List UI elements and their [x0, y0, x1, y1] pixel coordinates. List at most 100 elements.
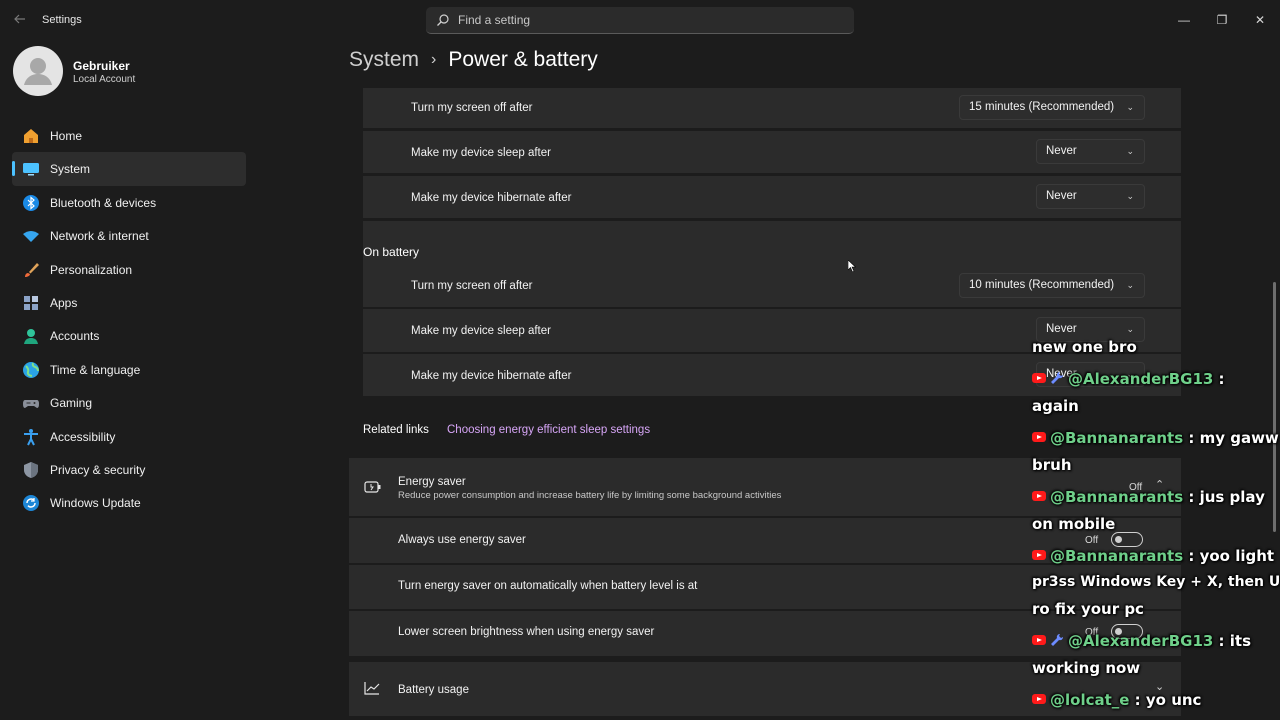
scrollbar[interactable]: [1273, 282, 1276, 532]
back-arrow-icon[interactable]: [12, 12, 28, 28]
update-icon: [23, 495, 39, 512]
sidebar-item-label: Network & internet: [50, 229, 149, 244]
chat-text: : its: [1213, 632, 1252, 650]
wrench-icon: [1051, 633, 1064, 646]
sidebar-item-personalization[interactable]: Personalization: [12, 253, 246, 286]
setting-label: Make my device sleep after: [411, 325, 551, 337]
setting-label: Make my device hibernate after: [411, 192, 572, 204]
chat-text: : yoo light: [1183, 547, 1275, 565]
always-energy-saver-toggle[interactable]: [1111, 532, 1143, 547]
energy-saver-title: Energy saver: [398, 476, 466, 488]
dropdown-value: Never: [1046, 323, 1077, 335]
maximize-button[interactable]: ❐: [1210, 8, 1234, 32]
screen-off-plugged-dropdown[interactable]: 15 minutes (Recommended) ⌄: [959, 95, 1145, 120]
sidebar-item-home[interactable]: Home: [12, 119, 246, 152]
sidebar-item-gaming[interactable]: Gaming: [12, 386, 246, 419]
gamepad-icon: [23, 400, 39, 409]
breadcrumb-separator: ›: [431, 51, 437, 68]
sleep-plugged-row: Make my device sleep after Never ⌄: [363, 131, 1181, 173]
system-icon: [23, 163, 39, 176]
breadcrumb: System › Power & battery: [349, 48, 598, 78]
sidebar-item-label: Privacy & security: [50, 462, 146, 477]
setting-label: Turn my screen off after: [411, 102, 533, 114]
sidebar-item-windows-update[interactable]: Windows Update: [12, 486, 246, 519]
screen-off-battery-row: Turn my screen off after 10 minutes (Rec…: [363, 265, 1181, 307]
setting-label: Turn my screen off after: [411, 280, 533, 292]
sidebar-item-accounts[interactable]: Accounts: [12, 319, 246, 352]
title-bar: Settings — ❐ ✕: [0, 0, 1280, 40]
sidebar-item-accessibility[interactable]: Accessibility: [12, 420, 246, 453]
chat-text: new one bro: [1032, 338, 1137, 356]
chat-username: @AlexanderBG13: [1068, 632, 1214, 650]
energy-saver-description: Reduce power consumption and increase ba…: [398, 490, 782, 501]
chat-text: pr3ss Windows Key + X, then U: [1032, 574, 1280, 590]
chevron-down-icon: ⌄: [1126, 102, 1134, 112]
sidebar-item-time-language[interactable]: Time & language: [12, 353, 246, 386]
setting-label: Turn energy saver on automatically when …: [398, 580, 698, 592]
sidebar-item-label: Home: [50, 129, 83, 143]
apps-icon: [24, 295, 38, 310]
chart-line-icon: [364, 682, 380, 695]
search-box[interactable]: [426, 7, 854, 34]
sidebar-item-network[interactable]: Network & internet: [12, 219, 246, 252]
sidebar-item-system[interactable]: System: [12, 152, 246, 186]
sleep-plugged-dropdown[interactable]: Never ⌄: [1036, 139, 1145, 164]
chat-username: @lolcat_e: [1050, 691, 1130, 709]
chat-text: again: [1032, 397, 1079, 415]
breadcrumb-system[interactable]: System: [349, 48, 419, 71]
chat-text: : my gaww: [1183, 429, 1279, 447]
chat-username: @AlexanderBG13: [1068, 370, 1214, 388]
chat-message: @Bannanarants : my gaww: [1032, 429, 1279, 447]
youtube-icon: [1032, 550, 1046, 560]
sidebar-item-label: Apps: [50, 295, 78, 310]
setting-label: Lower screen brightness when using energ…: [398, 626, 655, 638]
energy-saver-icon: [364, 481, 381, 493]
hibernate-plugged-dropdown[interactable]: Never ⌄: [1036, 184, 1145, 209]
accessibility-icon: [24, 428, 38, 445]
sidebar-nav: Home System Bluetooth & devices Network …: [12, 119, 246, 520]
account-type: Local Account: [73, 74, 136, 85]
sidebar-item-privacy-security[interactable]: Privacy & security: [12, 453, 246, 486]
globe-icon: [23, 361, 39, 378]
search-input[interactable]: [458, 11, 838, 29]
minimize-button[interactable]: —: [1172, 8, 1196, 32]
close-button[interactable]: ✕: [1248, 8, 1272, 32]
user-name: Gebruiker: [73, 59, 130, 73]
app-title: Settings: [42, 14, 82, 26]
chat-message: @lolcat_e : yo unc: [1032, 691, 1201, 709]
chat-message: @Bannanarants : yoo light: [1032, 547, 1274, 565]
energy-efficient-sleep-link[interactable]: Choosing energy efficient sleep settings: [447, 424, 650, 436]
dropdown-value: 10 minutes (Recommended): [969, 279, 1115, 291]
on-battery-header: On battery: [363, 221, 1181, 265]
section-heading: On battery: [363, 245, 420, 259]
screen-off-battery-dropdown[interactable]: 10 minutes (Recommended) ⌄: [959, 273, 1145, 298]
page-title: Power & battery: [448, 48, 598, 71]
related-links-heading: Related links: [363, 424, 429, 436]
chat-text: :: [1213, 370, 1225, 388]
sidebar-item-label: Time & language: [50, 362, 141, 377]
chat-text: on mobile: [1032, 515, 1116, 533]
dropdown-value: Never: [1046, 145, 1077, 157]
sidebar-item-apps[interactable]: Apps: [12, 286, 246, 319]
wrench-icon: [1051, 371, 1064, 384]
sidebar-item-label: Accessibility: [50, 429, 116, 444]
chat-username: @Bannanarants: [1050, 547, 1184, 565]
chat-text: bruh: [1032, 456, 1072, 474]
chat-message: @Bannanarants : jus play: [1032, 488, 1265, 506]
dropdown-value: 15 minutes (Recommended): [969, 101, 1115, 113]
setting-label: Always use energy saver: [398, 534, 526, 546]
chat-username: @Bannanarants: [1050, 429, 1184, 447]
accounts-icon: [24, 329, 38, 345]
chat-message: @AlexanderBG13 :: [1032, 370, 1225, 388]
sidebar-item-label: Gaming: [50, 396, 93, 411]
setting-label: Make my device sleep after: [411, 147, 551, 159]
sidebar-item-label: Personalization: [50, 262, 133, 277]
sidebar-item-bluetooth[interactable]: Bluetooth & devices: [12, 186, 246, 219]
chat-username: @Bannanarants: [1050, 488, 1184, 506]
avatar: [13, 46, 63, 96]
brush-icon: [25, 262, 39, 277]
mouse-cursor-icon: [848, 260, 856, 272]
youtube-icon: [1032, 635, 1046, 645]
chevron-down-icon: ⌄: [1126, 146, 1134, 156]
youtube-icon: [1032, 491, 1046, 501]
